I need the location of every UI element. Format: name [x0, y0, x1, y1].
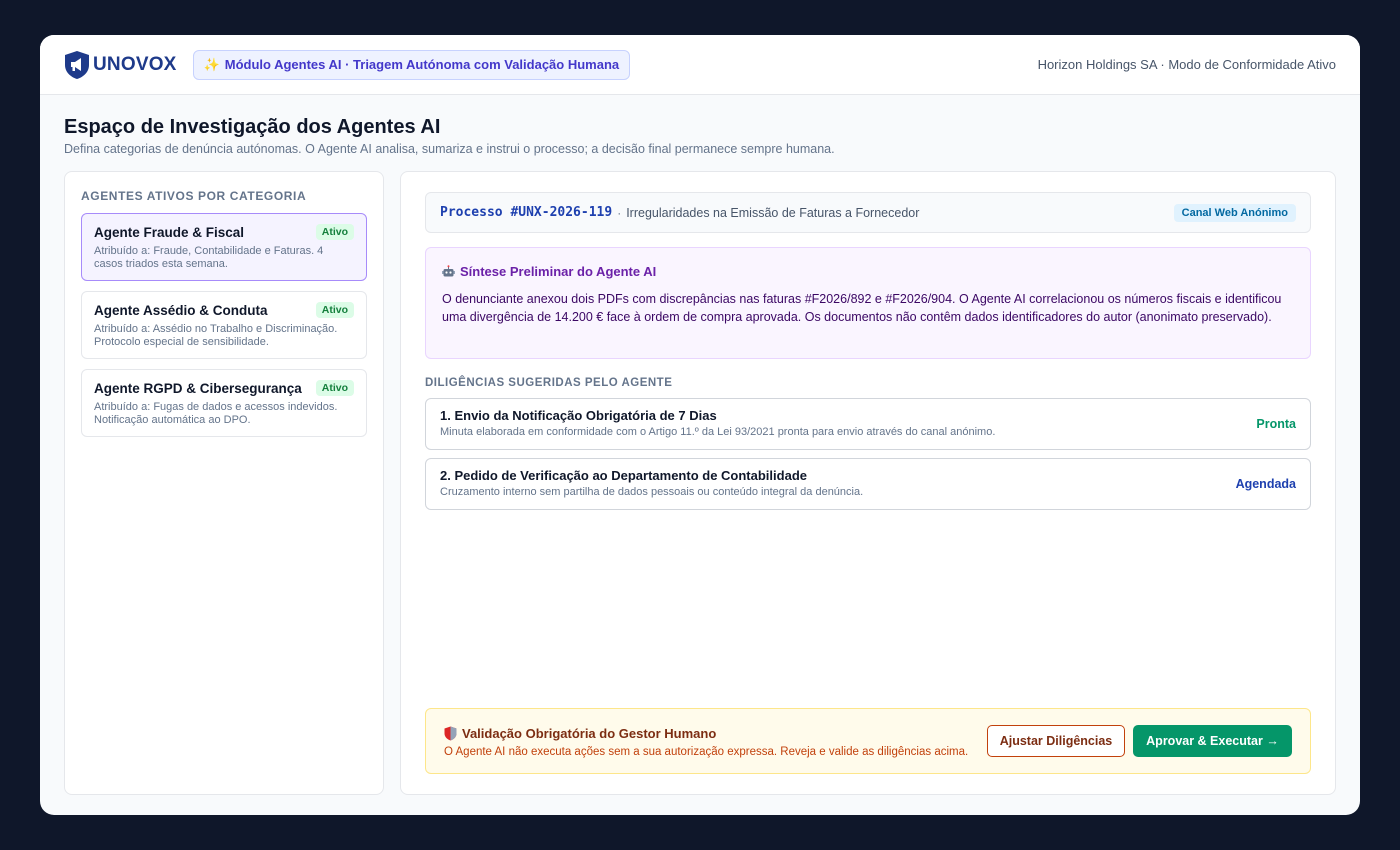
approve-execute-button[interactable]: Aprovar & Executar →	[1133, 725, 1292, 757]
diligences-label: DILIGÊNCIAS SUGERIDAS PELO AGENTE	[425, 377, 673, 389]
case-title: Irregularidades na Emissão de Faturas a …	[626, 205, 920, 220]
channel-badge: Canal Web Anónimo	[1173, 204, 1296, 222]
adjust-diligences-button[interactable]: Ajustar Diligências	[987, 725, 1125, 757]
diligence-description: Cruzamento interno sem partilha de dados…	[440, 486, 864, 498]
module-badge-label: Módulo Agentes AI · Triagem Autónoma com…	[224, 57, 620, 72]
case-separator: ·	[617, 205, 622, 220]
page-header: Espaço de Investigação dos Agentes AI De…	[64, 116, 835, 156]
status-badge: Ativo	[315, 302, 354, 318]
page-title: Espaço de Investigação dos Agentes AI	[64, 116, 441, 138]
agent-description: Atribuído a: Assédio no Trabalho e Discr…	[94, 323, 338, 348]
status-badge: Ativo	[315, 380, 354, 396]
summary-title: Síntese Preliminar do Agente AI	[460, 264, 657, 279]
module-badge: ✨ Módulo Agentes AI · Triagem Autónoma c…	[192, 49, 631, 80]
diligence-status: Pronta	[1256, 417, 1296, 431]
case-header: Processo #UNX-2026-119 · Irregularidades…	[425, 192, 1311, 233]
agent-description: Atribuído a: Fugas de dados e acessos in…	[94, 401, 338, 426]
app-window: UNOVOX ✨ Módulo Agentes AI · Triagem Aut…	[40, 35, 1360, 815]
agent-card-assedio[interactable]: Agente Assédio & Conduta Ativo Atribuído…	[81, 291, 367, 359]
robot-icon	[442, 265, 455, 277]
logo-text: UNOVOX	[93, 53, 177, 75]
diligence-description: Minuta elaborada em conformidade com o A…	[440, 426, 996, 438]
agent-name: Agente Fraude & Fiscal	[94, 224, 245, 240]
logo[interactable]: UNOVOX	[64, 50, 177, 80]
agent-description: Atribuído a: Fraude, Contabilidade e Fat…	[94, 245, 324, 270]
sidebar-label: AGENTES ATIVOS POR CATEGORIA	[81, 189, 307, 203]
top-bar: UNOVOX ✨ Módulo Agentes AI · Triagem Aut…	[40, 35, 1360, 95]
approval-description: O Agente AI não executa ações sem a sua …	[444, 746, 969, 758]
summary-heading: Síntese Preliminar do Agente AI	[442, 264, 1294, 279]
agents-sidebar: AGENTES ATIVOS POR CATEGORIA Agente Frau…	[64, 171, 384, 795]
diligence-title: 2. Pedido de Verificação ao Departamento…	[440, 468, 807, 483]
sparkles-icon: ✨	[203, 56, 220, 72]
approval-title: Validação Obrigatória do Gestor Humano	[462, 726, 717, 741]
page-subtitle: Defina categorias de denúncia autónomas.…	[64, 142, 835, 156]
approval-heading: Validação Obrigatória do Gestor Humano	[444, 726, 716, 741]
shield-icon	[444, 726, 457, 741]
case-id: Processo #UNX-2026-119	[440, 205, 613, 220]
human-approval-box: Validação Obrigatória do Gestor Humano O…	[425, 708, 1311, 774]
summary-text: O denunciante anexou dois PDFs com discr…	[442, 292, 1282, 324]
diligence-title: 1. Envio da Notificação Obrigatória de 7…	[440, 408, 717, 423]
case-workspace: Processo #UNX-2026-119 · Irregularidades…	[400, 171, 1336, 795]
diligence-item[interactable]: 1. Envio da Notificação Obrigatória de 7…	[425, 398, 1311, 450]
ai-summary: Síntese Preliminar do Agente AI O denunc…	[425, 247, 1311, 359]
diligence-item[interactable]: 2. Pedido de Verificação ao Departamento…	[425, 458, 1311, 510]
shield-megaphone-icon	[65, 50, 89, 79]
agent-card-fraude[interactable]: Agente Fraude & Fiscal Ativo Atribuído a…	[81, 213, 367, 281]
status-badge: Ativo	[315, 224, 354, 240]
diligence-status: Agendada	[1235, 477, 1296, 491]
org-status: Horizon Holdings SA · Modo de Conformida…	[1037, 57, 1336, 72]
agent-name: Agente RGPD & Cibersegurança	[94, 380, 302, 396]
agent-card-rgpd[interactable]: Agente RGPD & Cibersegurança Ativo Atrib…	[81, 369, 367, 437]
agent-name: Agente Assédio & Conduta	[94, 302, 268, 318]
